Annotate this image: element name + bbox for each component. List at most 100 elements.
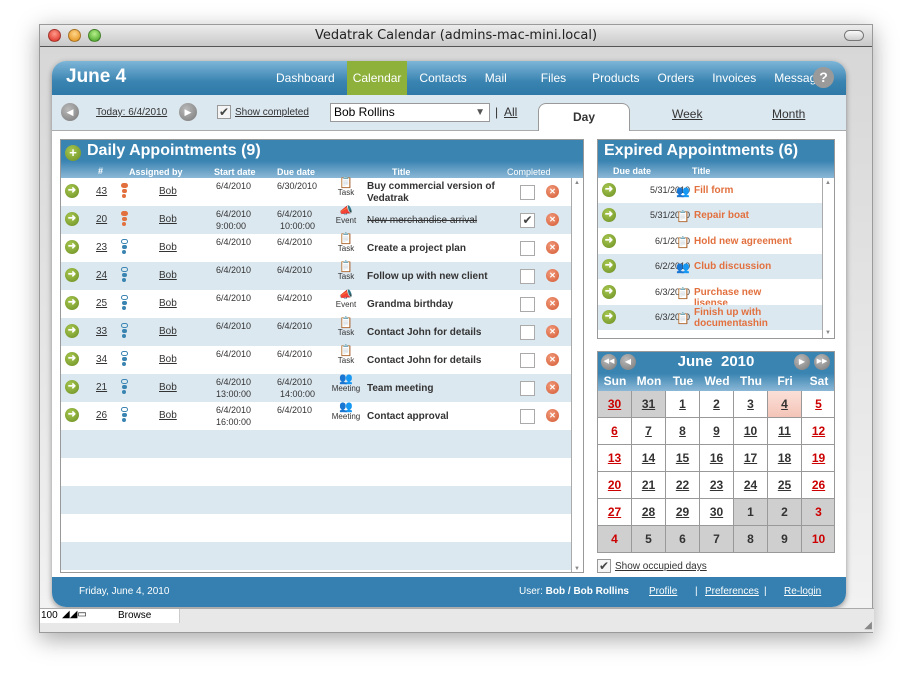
open-appointment-icon[interactable]: ➜: [602, 183, 616, 197]
expired-title[interactable]: Finish up with documentashin: [694, 307, 794, 329]
appointment-row[interactable]: ➜ 34 Bob 6/4/2010 6/4/2010 📋 Task Contact…: [61, 346, 571, 374]
appointment-title[interactable]: Create a project plan: [367, 243, 505, 255]
calendar-day[interactable]: 13: [598, 445, 632, 472]
appointment-row[interactable]: ➜ 21 Bob 6/4/2010 13:00:00 6/4/2010 14:0…: [61, 374, 571, 402]
open-appointment-icon[interactable]: ➜: [602, 233, 616, 248]
calendar-day[interactable]: 30: [700, 499, 734, 526]
appointment-row[interactable]: ➜ 24 Bob 6/4/2010 6/4/2010 📋 Task Follow …: [61, 262, 571, 290]
tab-week[interactable]: Week: [672, 107, 702, 121]
appointment-number[interactable]: 25: [96, 298, 107, 309]
appointment-title[interactable]: Grandma birthday: [367, 299, 505, 311]
assigned-by-link[interactable]: Bob: [159, 354, 177, 365]
open-appointment-icon[interactable]: ➜: [602, 310, 616, 324]
calendar-day[interactable]: 3: [802, 499, 834, 526]
assigned-by-link[interactable]: Bob: [159, 242, 177, 253]
open-appointment-icon[interactable]: ➜: [602, 259, 616, 274]
appointment-number[interactable]: 20: [96, 214, 107, 225]
calendar-day[interactable]: 18: [768, 445, 802, 472]
next-year-button[interactable]: ▶▶: [814, 354, 830, 370]
expired-title[interactable]: Hold new agreement: [694, 236, 794, 247]
open-appointment-icon[interactable]: ➜: [65, 212, 79, 226]
open-appointment-icon[interactable]: ➜: [602, 284, 616, 299]
calendar-day[interactable]: 5: [802, 391, 834, 418]
preferences-link[interactable]: Preferences: [705, 586, 759, 597]
calendar-day[interactable]: 11: [768, 418, 802, 445]
appointment-title[interactable]: Follow up with new client: [367, 271, 505, 283]
calendar-day[interactable]: 28: [632, 499, 666, 526]
nav-dashboard[interactable]: Dashboard: [270, 61, 341, 95]
completed-checkbox[interactable]: [520, 409, 535, 424]
expired-title[interactable]: Club discussion: [694, 261, 794, 272]
open-appointment-icon[interactable]: ➜: [65, 380, 79, 394]
expired-title[interactable]: Repair boat: [694, 210, 794, 221]
open-appointment-icon[interactable]: ➜: [65, 324, 79, 338]
delete-appointment-icon[interactable]: ✕: [546, 297, 559, 310]
appointment-number[interactable]: 23: [96, 242, 107, 253]
show-occupied-label[interactable]: Show occupied days: [615, 561, 707, 572]
toolbar-toggle-button[interactable]: [844, 30, 864, 41]
expired-title[interactable]: Fill form: [694, 185, 794, 196]
completed-checkbox[interactable]: [520, 325, 535, 340]
appointment-number[interactable]: 21: [96, 382, 107, 393]
delete-appointment-icon[interactable]: ✕: [546, 269, 559, 282]
calendar-day[interactable]: 22: [666, 472, 700, 499]
open-appointment-icon[interactable]: ➜: [602, 208, 616, 223]
zoom-level[interactable]: 100: [41, 610, 58, 621]
open-appointment-icon[interactable]: ➜: [65, 184, 79, 198]
calendar-day[interactable]: 1: [734, 499, 768, 526]
appointment-title[interactable]: Contact John for details: [367, 327, 505, 339]
calendar-day[interactable]: 7: [632, 418, 666, 445]
relogin-link[interactable]: Re-login: [784, 586, 821, 597]
calendar-day[interactable]: 30: [598, 391, 632, 418]
appointment-row[interactable]: ➜ 25 Bob 6/4/2010 6/4/2010 📣 Event Grandm…: [61, 290, 571, 318]
calendar-day[interactable]: 8: [666, 418, 700, 445]
close-window-button[interactable]: [48, 29, 61, 42]
calendar-day[interactable]: 25: [768, 472, 802, 499]
assigned-by-link[interactable]: Bob: [159, 410, 177, 421]
show-occupied-checkbox[interactable]: ✔: [597, 559, 611, 573]
calendar-day[interactable]: 6: [666, 526, 700, 552]
expired-scrollbar[interactable]: ▲ ▼: [822, 178, 834, 338]
assigned-by-link[interactable]: Bob: [159, 186, 177, 197]
expired-appointment-row[interactable]: ➜ 5/31/2010 📋 Repair boat: [598, 203, 826, 229]
tab-day[interactable]: Day: [538, 103, 630, 131]
calendar-day[interactable]: 26: [802, 472, 834, 499]
calendar-day[interactable]: 3: [734, 391, 768, 418]
calendar-day[interactable]: 31: [632, 391, 666, 418]
calendar-day[interactable]: 1: [666, 391, 700, 418]
today-link[interactable]: Today: 6/4/2010: [96, 107, 167, 118]
expired-appointment-row[interactable]: ➜ 6/3/2010 📋 Finish up with documentashi…: [598, 305, 826, 330]
user-select[interactable]: Bob Rollins ▼: [330, 103, 490, 122]
appointment-row[interactable]: ➜ 26 Bob 6/4/2010 16:00:00 6/4/2010 👥 Mee…: [61, 402, 571, 430]
calendar-day[interactable]: 12: [802, 418, 834, 445]
profile-link[interactable]: Profile: [649, 586, 677, 597]
next-day-button[interactable]: ▶: [179, 103, 197, 121]
appointment-number[interactable]: 43: [96, 186, 107, 197]
resize-grip-icon[interactable]: ◢: [864, 620, 872, 631]
calendar-day[interactable]: 6: [598, 418, 632, 445]
completed-checkbox[interactable]: [520, 241, 535, 256]
calendar-day[interactable]: 2: [700, 391, 734, 418]
calendar-day[interactable]: 4: [768, 391, 802, 418]
calendar-day[interactable]: 16: [700, 445, 734, 472]
calendar-day[interactable]: 15: [666, 445, 700, 472]
appointment-row[interactable]: ➜ 43 Bob 6/4/2010 6/30/2010 📋 Task Buy co…: [61, 178, 571, 206]
appointment-row[interactable]: ➜ 33 Bob 6/4/2010 6/4/2010 📋 Task Contact…: [61, 318, 571, 346]
delete-appointment-icon[interactable]: ✕: [546, 353, 559, 366]
delete-appointment-icon[interactable]: ✕: [546, 409, 559, 422]
expired-appointment-row[interactable]: ➜ 6/2/2010 👥 Club discussion: [598, 254, 826, 280]
calendar-day[interactable]: 5: [632, 526, 666, 552]
calendar-day[interactable]: 23: [700, 472, 734, 499]
calendar-day[interactable]: 19: [802, 445, 834, 472]
appointment-row[interactable]: ➜ 23 Bob 6/4/2010 6/4/2010 📋 Task Create …: [61, 234, 571, 262]
calendar-day[interactable]: 17: [734, 445, 768, 472]
calendar-day[interactable]: 24: [734, 472, 768, 499]
nav-products[interactable]: Products: [586, 61, 645, 95]
completed-checkbox[interactable]: ✔: [520, 213, 535, 228]
open-appointment-icon[interactable]: ➜: [65, 352, 79, 366]
nav-orders[interactable]: Orders: [652, 61, 701, 95]
nav-contacts[interactable]: Contacts: [413, 61, 472, 95]
nav-invoices[interactable]: Invoices: [706, 61, 762, 95]
appointment-title[interactable]: Team meeting: [367, 383, 505, 395]
nav-calendar[interactable]: Calendar: [346, 61, 408, 95]
